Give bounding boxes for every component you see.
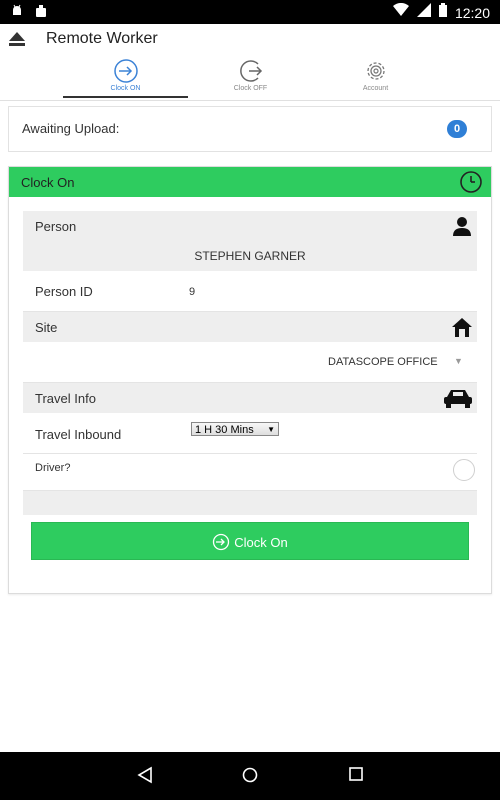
active-tab-indicator — [63, 96, 188, 98]
chevron-down-icon: ▼ — [267, 425, 275, 434]
tab-label: Clock ON — [110, 85, 141, 92]
person-icon — [453, 217, 471, 236]
clock-time: 12:20 — [454, 4, 490, 21]
person-id-row: Person ID 9 — [23, 271, 477, 312]
empty-footer-row — [23, 491, 477, 515]
person-name-row[interactable]: STEPHEN GARNER — [23, 241, 477, 271]
person-section-header: Person — [23, 211, 477, 241]
tab-clock-on[interactable]: Clock ON — [63, 54, 188, 98]
driver-label: Driver? — [35, 462, 71, 474]
download-icon — [34, 4, 48, 23]
travel-section-header: Travel Info — [23, 383, 477, 413]
travel-inbound-label: Travel Inbound — [35, 427, 122, 442]
signal-icon — [416, 3, 431, 22]
battery-icon — [438, 3, 447, 22]
tab-account[interactable]: Account — [313, 54, 438, 98]
travel-section-label: Travel Info — [35, 391, 96, 406]
clock-on-card: Clock On Person STEPHEN GARNER Person ID… — [8, 166, 492, 594]
site-select[interactable]: DATASCOPE OFFICE ▼ — [23, 342, 477, 383]
person-name: STEPHEN GARNER — [194, 249, 306, 263]
app-bar: Remote Worker — [0, 24, 500, 54]
clock-on-icon — [213, 533, 230, 551]
clock-off-icon — [239, 60, 262, 82]
clock-on-header: Clock On — [9, 167, 491, 197]
person-section-label: Person — [35, 219, 77, 234]
app-title: Remote Worker — [46, 30, 158, 47]
back-icon[interactable] — [137, 766, 153, 789]
clock-on-icon — [113, 59, 138, 83]
clock-on-button[interactable]: Clock On — [31, 522, 469, 560]
clock-icon — [460, 171, 482, 193]
android-debug-icon — [10, 4, 24, 23]
person-id-label: Person ID — [35, 284, 93, 299]
chevron-down-icon: ▼ — [454, 356, 463, 366]
wifi-icon — [392, 2, 409, 22]
driver-radio[interactable] — [453, 459, 475, 481]
upload-count-badge: 0 — [447, 120, 467, 138]
tab-label: Account — [362, 85, 389, 92]
tab-label: Clock OFF — [233, 85, 268, 92]
awaiting-upload-label: Awaiting Upload: — [22, 121, 120, 136]
site-select-value: DATASCOPE OFFICE — [328, 356, 438, 368]
car-icon — [444, 390, 472, 408]
tab-bar: Clock ON Clock OFF Account — [0, 54, 500, 101]
person-id-value: 9 — [189, 286, 196, 298]
home-button-icon[interactable] — [241, 766, 259, 789]
tab-clock-off[interactable]: Clock OFF — [188, 54, 313, 98]
home-icon — [452, 318, 472, 337]
recents-icon[interactable] — [348, 766, 364, 787]
site-section-header: Site — [23, 312, 477, 342]
driver-row: Driver? — [23, 454, 477, 491]
clock-on-button-label: Clock On — [234, 534, 288, 550]
travel-inbound-row: Travel Inbound 1 H 30 Mins ▼ — [23, 413, 477, 454]
system-nav-bar — [0, 752, 500, 800]
gear-icon — [366, 62, 385, 80]
clock-on-header-label: Clock On — [21, 175, 75, 190]
travel-inbound-value: 1 H 30 Mins — [195, 424, 254, 436]
status-bar: 12:20 — [0, 0, 500, 24]
travel-inbound-select[interactable]: 1 H 30 Mins ▼ — [191, 422, 279, 436]
site-section-label: Site — [35, 320, 58, 335]
eject-icon[interactable] — [8, 31, 26, 52]
awaiting-upload-card: Awaiting Upload: 0 — [8, 106, 492, 152]
